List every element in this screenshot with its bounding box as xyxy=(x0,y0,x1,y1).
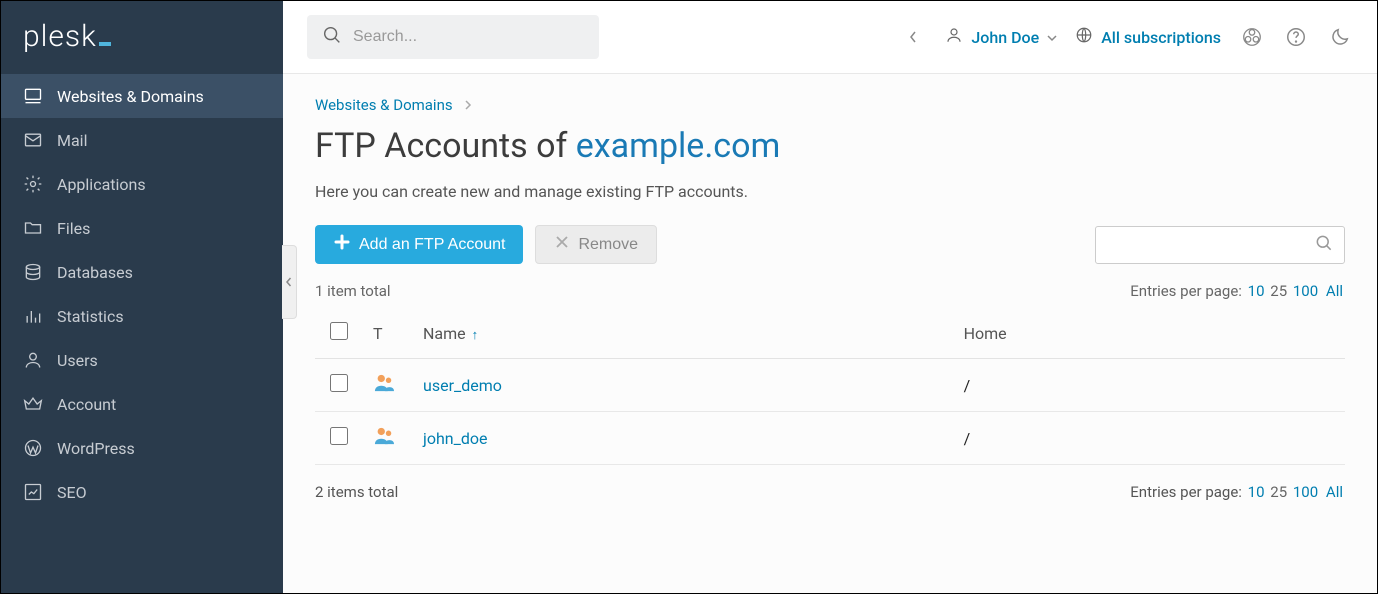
row-checkbox[interactable] xyxy=(330,427,348,445)
search-box[interactable] xyxy=(307,15,599,59)
search-icon xyxy=(1314,233,1334,257)
sidebar-item-files[interactable]: Files xyxy=(1,206,283,250)
globe-icon xyxy=(1075,26,1093,48)
breadcrumb-root[interactable]: Websites & Domains xyxy=(315,96,453,114)
sidebar-item-databases[interactable]: Databases xyxy=(1,250,283,294)
sidebar-item-users[interactable]: Users xyxy=(1,338,283,382)
help-icon[interactable] xyxy=(1283,24,1309,50)
items-total-top: 1 item total xyxy=(315,282,391,300)
mail-icon xyxy=(23,130,43,150)
entries-per-page-top: Entries per page: 10 25 100 All xyxy=(1130,282,1345,300)
extensions-icon[interactable] xyxy=(1239,24,1265,50)
sidebar-item-label: SEO xyxy=(57,483,87,502)
page-description: Here you can create new and manage exist… xyxy=(315,182,1345,201)
user-name: John Doe xyxy=(971,28,1039,47)
column-type[interactable]: T xyxy=(363,308,413,359)
search-icon xyxy=(321,24,343,50)
page-title-domain: example.com xyxy=(576,126,781,166)
toolbar: Add an FTP Account Remove xyxy=(315,225,1345,264)
stack-icon xyxy=(23,262,43,282)
user-menu[interactable]: John Doe xyxy=(945,26,1057,48)
epp-option[interactable]: All xyxy=(1326,282,1343,300)
select-all-checkbox[interactable] xyxy=(330,322,348,340)
row-checkbox[interactable] xyxy=(330,374,348,392)
epp-option[interactable]: 100 xyxy=(1293,483,1318,501)
sidebar-item-seo[interactable]: SEO xyxy=(1,470,283,514)
back-button[interactable] xyxy=(899,23,927,51)
gear-icon xyxy=(23,174,43,194)
sidebar-item-label: Account xyxy=(57,395,116,414)
sidebar-item-wordpress[interactable]: WordPress xyxy=(1,426,283,470)
epp-option[interactable]: All xyxy=(1326,483,1343,501)
content: Websites & Domains FTP Accounts of examp… xyxy=(283,74,1377,593)
monitor-icon xyxy=(23,86,43,106)
sidebar-item-label: Mail xyxy=(57,131,87,150)
subscriptions-link[interactable]: All subscriptions xyxy=(1075,26,1221,48)
sidebar-item-label: Applications xyxy=(57,175,146,194)
list-meta-top: 1 item total Entries per page: 10 25 100… xyxy=(315,282,1345,300)
sidebar-item-label: Databases xyxy=(57,263,133,282)
brand-logo[interactable]: plesk xyxy=(1,1,283,68)
ftp-home: / xyxy=(954,359,1345,412)
sidebar-item-applications[interactable]: Applications xyxy=(1,162,283,206)
crown-icon xyxy=(23,394,43,414)
epp-option: 25 xyxy=(1270,282,1287,300)
list-meta-bottom: 2 items total Entries per page: 10 25 10… xyxy=(315,483,1345,501)
remove-button[interactable]: Remove xyxy=(535,225,657,264)
topbar: John Doe All subscriptions xyxy=(283,1,1377,74)
ftp-account-link[interactable]: john_doe xyxy=(423,429,487,448)
sort-asc-icon: ↑ xyxy=(472,328,479,343)
dark-mode-icon[interactable] xyxy=(1327,24,1353,50)
search-input[interactable] xyxy=(353,28,585,46)
breadcrumb: Websites & Domains xyxy=(315,96,1345,114)
plus-icon xyxy=(333,233,351,256)
table-row: user_demo / xyxy=(315,359,1345,412)
sidebar: plesk Websites & Domains Mail Applications… xyxy=(1,1,283,593)
table-row: john_doe / xyxy=(315,412,1345,465)
epp-option[interactable]: 10 xyxy=(1248,483,1265,501)
epp-option: 25 xyxy=(1270,483,1287,501)
sidebar-item-label: Websites & Domains xyxy=(57,87,204,106)
ftp-accounts-table: T Name ↑ Home user_demo / john_doe / xyxy=(315,308,1345,465)
column-name[interactable]: Name ↑ xyxy=(413,308,954,359)
sidebar-item-account[interactable]: Account xyxy=(1,382,283,426)
sidebar-item-label: Users xyxy=(57,351,98,370)
main: John Doe All subscriptions xyxy=(283,1,1377,593)
chevron-down-icon xyxy=(1047,28,1057,47)
filter-box[interactable] xyxy=(1095,226,1345,264)
user-icon xyxy=(23,350,43,370)
items-total-bottom: 2 items total xyxy=(315,483,398,501)
sidebar-item-label: WordPress xyxy=(57,439,135,458)
sidebar-nav: Websites & Domains Mail Applications Files D… xyxy=(1,68,283,514)
ftp-account-link[interactable]: user_demo xyxy=(423,376,502,395)
bars-icon xyxy=(23,306,43,326)
sidebar-item-statistics[interactable]: Statistics xyxy=(1,294,283,338)
remove-icon xyxy=(554,234,570,255)
epp-option[interactable]: 100 xyxy=(1293,282,1318,300)
user-icon xyxy=(945,26,963,48)
chart-up-icon xyxy=(23,482,43,502)
sidebar-item-label: Files xyxy=(57,219,90,238)
sidebar-item-mail[interactable]: Mail xyxy=(1,118,283,162)
chevron-right-icon xyxy=(463,96,473,114)
wp-icon xyxy=(23,438,43,458)
ftp-home: / xyxy=(954,412,1345,465)
epp-option[interactable]: 10 xyxy=(1248,282,1265,300)
add-ftp-account-button[interactable]: Add an FTP Account xyxy=(315,225,523,264)
ftp-user-icon xyxy=(373,373,395,393)
folder-icon xyxy=(23,218,43,238)
page-title: FTP Accounts of example.com xyxy=(315,126,1345,166)
ftp-user-icon xyxy=(373,426,395,446)
entries-per-page-bottom: Entries per page: 10 25 100 All xyxy=(1130,483,1345,501)
sidebar-item-label: Statistics xyxy=(57,307,124,326)
column-home[interactable]: Home xyxy=(954,308,1345,359)
sidebar-item-websites-domains[interactable]: Websites & Domains xyxy=(1,74,283,118)
